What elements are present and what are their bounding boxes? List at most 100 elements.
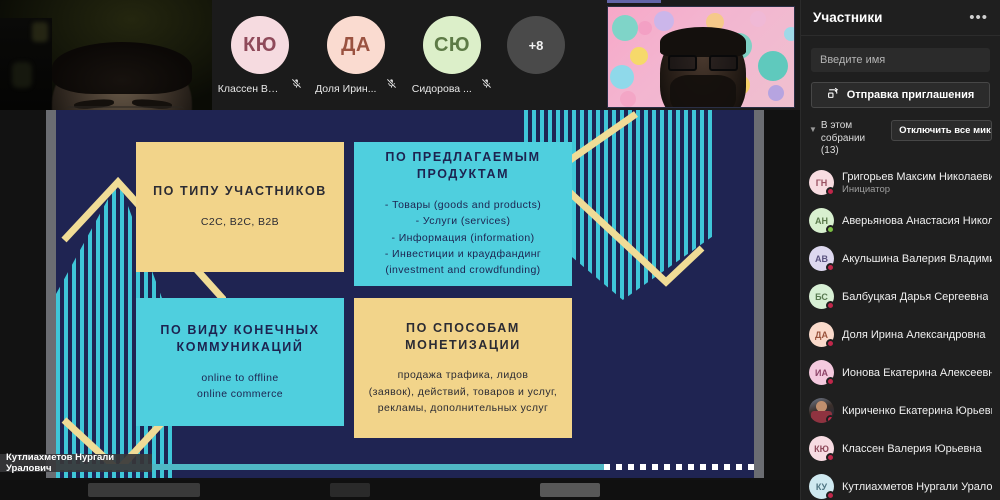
avatar-initials: БС: [815, 291, 828, 302]
list-item[interactable]: Кириченко Екатерина Юрьевна: [801, 392, 1000, 430]
presentation-slide[interactable]: ПО ТИПУ УЧАСТНИКОВ C2C, B2C, B2B ПО ПРЕД…: [56, 110, 754, 478]
active-speaker-indicator: [607, 0, 661, 3]
list-item[interactable]: КЮ Классен Валерия Юрьевна: [801, 430, 1000, 468]
status-badge: [826, 377, 835, 386]
slide-accent-dashes: [604, 464, 754, 470]
list-item[interactable]: ИА Ионова Екатерина Алексеевна: [801, 354, 1000, 392]
participant-info: Кириченко Екатерина Юрьевна: [842, 405, 992, 417]
taskbar-item[interactable]: [330, 483, 370, 497]
avatar-initials: АН: [815, 215, 828, 226]
list-item[interactable]: БС Балбуцкая Дарья Сергеевна: [801, 278, 1000, 316]
status-badge: [826, 301, 835, 310]
avatar-initials: ГН: [815, 177, 828, 188]
participant-tile[interactable]: СЮ Сидорова ...: [404, 16, 500, 95]
participant-info: Аверьянова Анастасия Никола..: [842, 215, 992, 227]
participants-panel-header: Участники •••: [801, 0, 1000, 36]
list-item[interactable]: ГН Григорьев Максим Николаевич Инициатор: [801, 164, 1000, 202]
presenter-name: Кутлиахметов Нургали Уралович: [6, 452, 115, 474]
participant-info: Акульшина Валерия Владимир..: [842, 253, 992, 265]
quadrant-body: - Товары (goods and products) - Услуги (…: [385, 197, 541, 278]
mute-all-button[interactable]: Отключить все микро: [891, 120, 992, 141]
more-options-icon[interactable]: •••: [969, 9, 988, 26]
overflow-count: +8: [528, 37, 544, 53]
quadrant-title: ПО ВИДУ КОНЕЧНЫХ КОММУНИКАЦИЙ: [160, 322, 320, 354]
participants-panel: Участники ••• Введите имя Отправка пригл…: [800, 0, 1000, 500]
status-badge: [826, 225, 835, 234]
active-speaker-tile[interactable]: [607, 6, 795, 108]
quadrant-line: (investment and crowdfunding): [385, 264, 541, 277]
participant-tile[interactable]: КЮ Классен Ва...: [212, 16, 308, 95]
avatar: КЮ: [231, 16, 289, 74]
avatar: ИА: [809, 360, 835, 386]
self-video-object-2: [12, 62, 32, 88]
avatar-photo: [809, 398, 834, 423]
participant-name: Аверьянова Анастасия Никола..: [842, 214, 992, 227]
slide-quadrant-offered-products: ПО ПРЕДЛАГАЕМЫМ ПРОДУКТАМ - Товары (good…: [354, 142, 572, 286]
mic-muted-icon: [291, 76, 302, 94]
participant-name: Ионова Екатерина Алексеевна: [842, 366, 992, 379]
avatar-initials: ДА: [815, 329, 828, 340]
avatar: БС: [809, 284, 835, 310]
list-item[interactable]: ДА Доля Ирина Александровна: [801, 316, 1000, 354]
participant-name: Балбуцкая Дарья Сергеевна: [842, 290, 989, 303]
participant-info: Кутлиахметов Нургали Уралов..: [842, 481, 992, 493]
avatar-initials: СЮ: [433, 33, 471, 56]
status-badge: [826, 339, 835, 348]
status-badge: [826, 453, 835, 462]
avatar: АВ: [809, 246, 835, 272]
avatar-initials: ИА: [815, 367, 828, 378]
avatar: АН: [809, 208, 835, 234]
self-video-object-1: [32, 22, 48, 42]
participant-tile[interactable]: ДА Доля Ирин...: [308, 16, 404, 95]
participants-list: ГН Григорьев Максим Николаевич Инициатор…: [801, 164, 1000, 500]
taskbar-item[interactable]: [88, 483, 200, 497]
avatar: КУ: [809, 474, 835, 500]
taskbar-item[interactable]: [540, 483, 600, 497]
mute-all-label: Отключить все микро: [899, 125, 992, 136]
search-placeholder: Введите имя: [820, 54, 886, 66]
status-badge: [826, 263, 835, 272]
avatar-initials: КУ: [815, 481, 828, 492]
avatar: ДА: [327, 16, 385, 74]
panel-title: Участники: [813, 10, 883, 25]
quadrant-line: - Инвестиции и краудфандинг: [384, 248, 542, 261]
status-badge: [826, 491, 835, 500]
quadrant-line: продажа трафика, лидов: [397, 369, 529, 382]
quadrant-line: - Информация (information): [391, 231, 535, 244]
participant-name: Доля Ирина Александровна: [842, 328, 986, 341]
avatar-initials: КЮ: [814, 443, 829, 454]
meeting-section-header[interactable]: ▼ В этом собрании (13) Отключить все мик…: [801, 120, 1000, 158]
participant-role: Инициатор: [842, 183, 891, 195]
status-badge: [826, 415, 834, 423]
avatar: КЮ: [809, 436, 835, 462]
list-item[interactable]: КУ Кутлиахметов Нургали Уралов..: [801, 468, 1000, 500]
participant-info: Балбуцкая Дарья Сергеевна: [842, 291, 988, 303]
avatar: СЮ: [423, 16, 481, 74]
participant-name: Кутлиахметов Нургали Уралов..: [842, 480, 992, 493]
quadrant-line: online commerce: [197, 387, 283, 400]
mic-muted-icon: [481, 76, 492, 94]
slide-quadrant-monetization-methods: ПО СПОСОБАМ МОНЕТИЗАЦИИ продажа трафика,…: [354, 298, 572, 438]
self-video-tile[interactable]: [0, 0, 212, 110]
speaker-glasses: [668, 55, 738, 71]
list-item[interactable]: АВ Акульшина Валерия Владимир..: [801, 240, 1000, 278]
status-badge: [826, 187, 835, 196]
participant-info: Доля Ирина Александровна: [842, 329, 986, 341]
quadrant-line: (заявок), действий, товаров и услуг,: [368, 385, 558, 398]
quadrant-title: ПО ПРЕДЛАГАЕМЫМ ПРОДУКТАМ: [385, 150, 541, 182]
participant-search-input[interactable]: Введите имя: [811, 48, 990, 72]
video-strip: КЮ Классен Ва... ДА Доля Ирин... СЮ Сидо…: [0, 0, 800, 110]
slide-quadrant-communication-type: ПО ВИДУ КОНЕЧНЫХ КОММУНИКАЦИЙ online to …: [136, 298, 344, 426]
list-item[interactable]: АН Аверьянова Анастасия Никола..: [801, 202, 1000, 240]
section-label: В этом собрании (13): [820, 120, 866, 156]
participant-name: Григорьев Максим Николаевич: [842, 170, 992, 183]
send-invitation-button[interactable]: Отправка приглашения: [811, 82, 990, 108]
avatar-initials: ДА: [341, 33, 371, 56]
quadrant-line: C2C, B2C, B2B: [200, 216, 280, 229]
quadrant-body: продажа трафика, лидов (заявок), действи…: [369, 367, 558, 416]
participant-name: Кириченко Екатерина Юрьевна: [842, 404, 992, 417]
overflow-participants-badge[interactable]: +8: [507, 16, 565, 74]
avatar: ДА: [809, 322, 835, 348]
chevron-down-icon[interactable]: ▼: [809, 125, 817, 134]
quadrant-title: ПО СПОСОБАМ МОНЕТИЗАЦИИ: [405, 320, 521, 352]
